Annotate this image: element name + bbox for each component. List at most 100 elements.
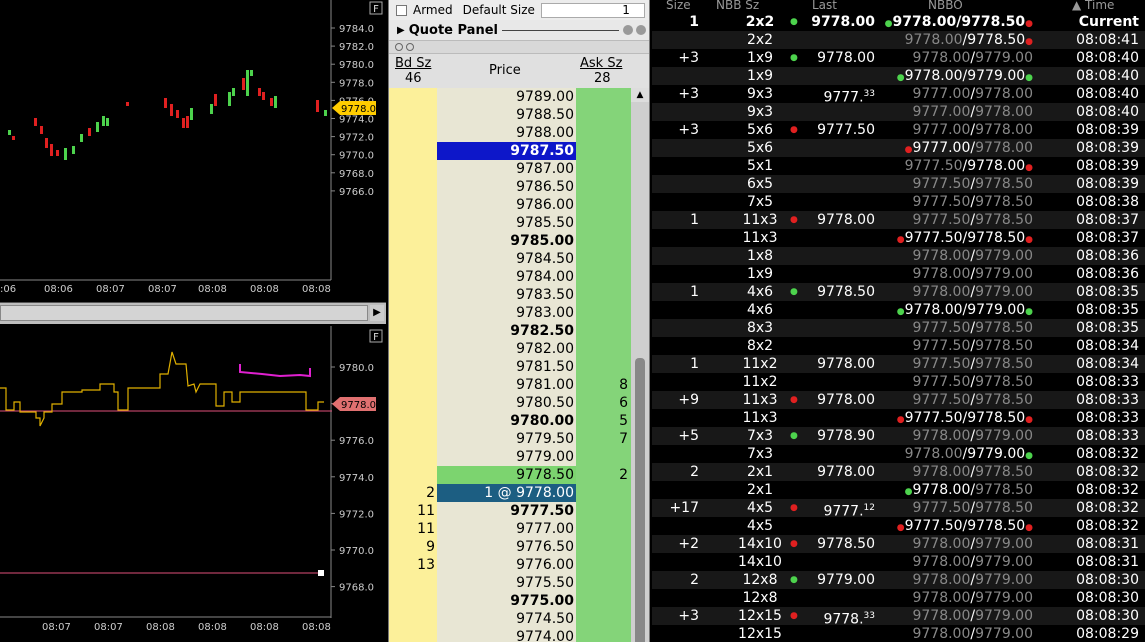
price-cell[interactable]: 9776.50	[437, 538, 576, 556]
ladder-scrollbar[interactable]: ▲	[631, 88, 649, 642]
ts-row[interactable]: 7x3 9778.00/9779.00● 08:08:32	[652, 445, 1145, 463]
bid-size-cell[interactable]	[389, 610, 437, 628]
time-and-sales[interactable]: Size NBB Sz Last NBBO ▲ Time 1 2x2 ● 9778.0…	[652, 0, 1145, 642]
ts-row[interactable]: 2 12x8 ● 9779.00 9778.00/9779.00 08:08:30	[652, 571, 1145, 589]
ts-row[interactable]: 9x3 9777.00/9778.00 08:08:40	[652, 103, 1145, 121]
ts-row[interactable]: 2x2 9778.00/9778.50● 08:08:41	[652, 31, 1145, 49]
ts-row[interactable]: 2x1 ●9778.00/9778.50 08:08:32	[652, 481, 1145, 499]
ts-row[interactable]: +2 14x10 ● 9778.50 9778.00/9779.00 08:08:31	[652, 535, 1145, 553]
bid-size-cell[interactable]	[389, 286, 437, 304]
ladder-row[interactable]: 21 @ 9778.00	[389, 484, 649, 502]
ask-size-cell[interactable]	[576, 322, 631, 340]
time-header[interactable]: ▲ Time	[1072, 0, 1114, 12]
price-cell[interactable]: 9777.50	[437, 502, 576, 520]
price-cell[interactable]: 9779.50	[437, 430, 576, 448]
ts-row[interactable]: 5x1 9777.50/9778.00● 08:08:39	[652, 157, 1145, 175]
ask-size-cell[interactable]	[576, 484, 631, 502]
bid-size-cell[interactable]	[389, 160, 437, 178]
price-cell[interactable]: 9785.00	[437, 232, 576, 250]
ask-size-cell[interactable]	[576, 160, 631, 178]
price-cell[interactable]: 9785.50	[437, 214, 576, 232]
bid-size-cell[interactable]	[389, 124, 437, 142]
bid-size-cell[interactable]	[389, 628, 437, 642]
ts-row[interactable]: 6x5 9777.50/9778.50 08:08:39	[652, 175, 1145, 193]
last-header[interactable]: Last	[812, 0, 837, 12]
ts-row[interactable]: 11x3 ●9777.50/9778.50● 08:08:37	[652, 229, 1145, 247]
ladder-row[interactable]: 9778.50 2	[389, 466, 649, 484]
ask-size-cell[interactable]	[576, 520, 631, 538]
price-cell[interactable]: 9786.00	[437, 196, 576, 214]
ts-row[interactable]: 8x3 9777.50/9778.50 08:08:35	[652, 319, 1145, 337]
ask-size-cell[interactable]	[576, 178, 631, 196]
ladder-row[interactable]: 9774.00	[389, 628, 649, 642]
ask-size-cell[interactable]	[576, 502, 631, 520]
ask-size-header[interactable]: Ask Sz	[580, 56, 622, 71]
ask-size-cell[interactable]	[576, 304, 631, 322]
bid-size-cell[interactable]	[389, 430, 437, 448]
bid-size-cell[interactable]	[389, 466, 437, 484]
ladder-row[interactable]: 9784.50	[389, 250, 649, 268]
ladder-row[interactable]: 9787.50	[389, 142, 649, 160]
settings-icon[interactable]	[623, 25, 633, 35]
ladder-row[interactable]: 9787.00	[389, 160, 649, 178]
ask-size-cell[interactable]: 8	[576, 376, 631, 394]
price-cell[interactable]: 9784.00	[437, 268, 576, 286]
ladder-row[interactable]: 11 9777.00	[389, 520, 649, 538]
ts-row[interactable]: 1 11x2 9778.00 9777.50/9778.50 08:08:34	[652, 355, 1145, 373]
ask-size-cell[interactable]	[576, 88, 631, 106]
ask-size-cell[interactable]	[576, 286, 631, 304]
ladder-row[interactable]: 13 9776.00	[389, 556, 649, 574]
bid-size-cell[interactable]: 11	[389, 520, 437, 538]
ladder-row[interactable]: 9782.50	[389, 322, 649, 340]
ladder-row[interactable]: 9780.00 5	[389, 412, 649, 430]
bid-size-cell[interactable]	[389, 574, 437, 592]
ask-size-cell[interactable]	[576, 124, 631, 142]
bid-size-cell[interactable]	[389, 196, 437, 214]
ts-row[interactable]: 4x6 ●9778.00/9779.00● 08:08:35	[652, 301, 1145, 319]
ask-size-cell[interactable]	[576, 142, 631, 160]
ask-size-cell[interactable]	[576, 538, 631, 556]
bid-size-cell[interactable]	[389, 394, 437, 412]
bid-size-cell[interactable]	[389, 376, 437, 394]
bid-size-cell[interactable]	[389, 304, 437, 322]
ask-size-cell[interactable]	[576, 268, 631, 286]
ts-row[interactable]: +3 9x3 9777.33 9777.00/9778.00 08:08:40	[652, 85, 1145, 106]
ask-size-cell[interactable]	[576, 214, 631, 232]
ts-row[interactable]: +17 4x5 ● 9777.12 9777.50/9778.50 08:08:32	[652, 499, 1145, 520]
ts-row[interactable]: 1 4x6 ● 9778.50 9778.00/9779.00 08:08:35	[652, 283, 1145, 301]
bid-size-cell[interactable]	[389, 232, 437, 250]
ts-row[interactable]: 1 2x2 ● 9778.00 ●9778.00/9778.50● Current	[652, 13, 1145, 31]
price-cell[interactable]: 9784.50	[437, 250, 576, 268]
ladder-row[interactable]: 9 9776.50	[389, 538, 649, 556]
ts-row[interactable]: 2 2x1 9778.00 9778.00/9778.50 08:08:32	[652, 463, 1145, 481]
scroll-up-icon[interactable]: ▲	[631, 88, 649, 102]
bid-size-cell[interactable]: 2	[389, 484, 437, 502]
quote-panel[interactable]: Armed Default Size 1 ▶ Quote Panel Bd Sz…	[388, 0, 650, 642]
bid-size-cell[interactable]	[389, 448, 437, 466]
ask-size-cell[interactable]	[576, 250, 631, 268]
ladder-row[interactable]: 9782.00	[389, 340, 649, 358]
ask-size-cell[interactable]: 5	[576, 412, 631, 430]
price-cell[interactable]: 9788.00	[437, 124, 576, 142]
control-circle-icon[interactable]	[406, 43, 414, 51]
ladder-row[interactable]: 9781.50	[389, 358, 649, 376]
bid-size-cell[interactable]	[389, 142, 437, 160]
price-cell[interactable]: 9778.50	[437, 466, 576, 484]
bid-size-cell[interactable]	[389, 322, 437, 340]
size-header[interactable]: Size	[666, 0, 691, 12]
ts-row[interactable]: 12x15 9778.00/9779.00 08:08:29	[652, 625, 1145, 642]
ladder-row[interactable]: 9781.00 8	[389, 376, 649, 394]
price-cell[interactable]: 9782.50	[437, 322, 576, 340]
ask-size-cell[interactable]	[576, 628, 631, 642]
ts-row[interactable]: +3 1x9 ● 9778.00 9778.00/9779.00 08:08:40	[652, 49, 1145, 67]
ask-size-cell[interactable]	[576, 358, 631, 376]
price-cell[interactable]: 9781.00	[437, 376, 576, 394]
ts-row[interactable]: 1x9 9778.00/9779.00 08:08:36	[652, 265, 1145, 283]
ts-row[interactable]: 14x10 9778.00/9779.00 08:08:31	[652, 553, 1145, 571]
price-cell[interactable]: 9780.50	[437, 394, 576, 412]
price-cell[interactable]: 9777.00	[437, 520, 576, 538]
price-cell[interactable]: 9788.50	[437, 106, 576, 124]
price-chart-bottom[interactable]: F 9780.0 9778.0 9776.0 9774.0 9772.0 9770.0 97…	[0, 326, 386, 642]
price-cell[interactable]: 9775.50	[437, 574, 576, 592]
price-cell[interactable]: 9783.50	[437, 286, 576, 304]
